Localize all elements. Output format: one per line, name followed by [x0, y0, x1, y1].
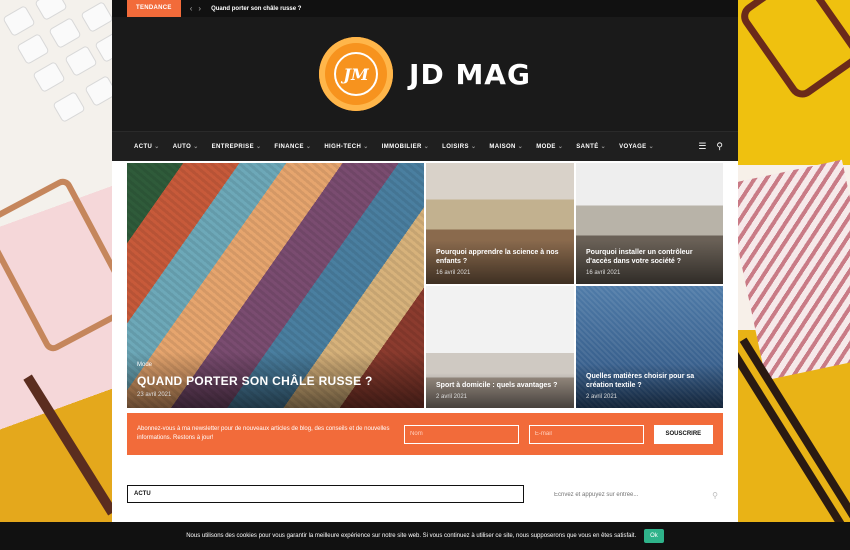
keyboard-key: [16, 32, 50, 66]
nav-item-maison[interactable]: MAISON ⌄: [489, 143, 523, 150]
keyboard-key: [64, 44, 98, 78]
nav-item-sante[interactable]: SANTÉ ⌄: [576, 143, 606, 150]
keyboard-key: [34, 0, 68, 22]
keyboard-key: [80, 0, 114, 34]
article-overlay: Sport à domicile : quels avantages ? 2 a…: [426, 373, 574, 408]
chevron-down-icon: ⌄: [470, 144, 477, 150]
article-overlay: Mode QUAND PORTER SON CHÂLE RUSSE ? 23 a…: [127, 352, 424, 408]
site-logo[interactable]: JM: [319, 37, 394, 111]
keyboard-key: [2, 4, 36, 38]
nav-item-actu[interactable]: ACTU ⌄: [134, 143, 160, 150]
site-container: TENDANCE ‹ › Quand porter son châle russ…: [112, 0, 738, 550]
keyboard-key: [32, 60, 66, 94]
paper-clip: [0, 175, 128, 355]
keyboard-key: [52, 90, 86, 124]
subscribe-button[interactable]: SOUSCRIRE: [653, 424, 713, 444]
search-input[interactable]: [554, 492, 694, 498]
featured-article-card[interactable]: Quelles matières choisir pour sa créatio…: [576, 286, 723, 408]
featured-article-card[interactable]: Sport à domicile : quels avantages ? 2 a…: [426, 286, 574, 408]
desk-background-right: [738, 0, 850, 550]
nav-item-high-tech[interactable]: HIGH-TECH ⌄: [324, 143, 368, 150]
main-nav: ACTU ⌄ AUTO ⌄ ENTREPRISE ⌄ FINANCE ⌄ HIGH-TE…: [112, 131, 738, 161]
featured-main-article[interactable]: Mode QUAND PORTER SON CHÂLE RUSSE ? 23 a…: [127, 163, 424, 408]
chevron-down-icon: ⌄: [423, 144, 430, 150]
trending-bar: TENDANCE ‹ › Quand porter son châle russ…: [112, 0, 738, 17]
site-header: JM JD MAG: [112, 17, 738, 131]
pencil: [23, 374, 117, 516]
nav-item-auto[interactable]: AUTO ⌄: [173, 143, 199, 150]
article-date: 23 avril 2021: [137, 392, 172, 398]
nav-item-entreprise[interactable]: ENTREPRISE ⌄: [212, 143, 262, 150]
menu-icon[interactable]: ☰: [698, 141, 706, 152]
newsletter-email-field[interactable]: [528, 424, 644, 444]
section-title-actu: ACTU: [127, 485, 524, 503]
nav-item-voyage[interactable]: VOYAGE ⌄: [619, 143, 654, 150]
chevron-down-icon: ⌄: [648, 144, 655, 150]
trending-headline-link[interactable]: Quand porter son châle russe ?: [211, 6, 301, 12]
newsletter-banner: Abonnez-vous à ma newsletter pour de nou…: [127, 413, 723, 455]
newsletter-name-field[interactable]: [404, 424, 519, 444]
article-title[interactable]: QUAND PORTER SON CHÂLE RUSSE ?: [137, 374, 414, 388]
cookie-banner: Nous utilisons des cookies pour vous gar…: [0, 522, 850, 550]
chevron-down-icon: ⌄: [557, 144, 564, 150]
article-title[interactable]: Sport à domicile : quels avantages ?: [436, 381, 564, 390]
chevron-down-icon: ⌄: [154, 144, 160, 150]
keyboard-key: [48, 16, 82, 50]
desk-background-left: [0, 0, 128, 550]
chevron-right-icon[interactable]: ›: [198, 4, 201, 13]
article-date: 16 avril 2021: [586, 270, 621, 276]
cookie-text: Nous utilisons des cookies pour vous gar…: [186, 533, 637, 539]
chevron-left-icon[interactable]: ‹: [190, 4, 193, 13]
article-date: 2 avril 2021: [436, 394, 468, 400]
nav-item-mode[interactable]: MODE ⌄: [536, 143, 563, 150]
chevron-down-icon: ⌄: [305, 144, 312, 150]
chevron-down-icon: ⌄: [600, 144, 607, 150]
featured-grid: Mode QUAND PORTER SON CHÂLE RUSSE ? 23 a…: [127, 163, 723, 408]
nav-item-immobilier[interactable]: IMMOBILIER ⌄: [382, 143, 429, 150]
article-title[interactable]: Pourquoi apprendre la science à nos enfa…: [436, 248, 564, 266]
chevron-down-icon: ⌄: [255, 144, 262, 150]
nav-item-finance[interactable]: FINANCE ⌄: [274, 143, 311, 150]
article-category[interactable]: Mode: [137, 362, 414, 368]
article-date: 16 avril 2021: [436, 270, 471, 276]
striped-paper: [738, 159, 850, 381]
nav-item-loisirs[interactable]: LOISIRS ⌄: [442, 143, 476, 150]
featured-article-card[interactable]: Pourquoi installer un contrôleur d'accès…: [576, 163, 723, 284]
article-overlay: Pourquoi installer un contrôleur d'accès…: [576, 240, 723, 284]
chevron-down-icon: ⌄: [193, 144, 199, 150]
trending-badge: TENDANCE: [127, 0, 181, 17]
article-overlay: Pourquoi apprendre la science à nos enfa…: [426, 240, 574, 284]
chevron-down-icon: ⌄: [363, 144, 369, 150]
search-icon[interactable]: ⚲: [716, 141, 723, 152]
article-title[interactable]: Pourquoi installer un contrôleur d'accès…: [586, 248, 713, 266]
site-name[interactable]: JD MAG: [409, 58, 531, 91]
article-title[interactable]: Quelles matières choisir pour sa créatio…: [586, 372, 713, 390]
search-icon[interactable]: ⚲: [712, 491, 718, 500]
nav-tools: ☰ ⚲: [698, 141, 723, 152]
cookie-ok-button[interactable]: Ok: [644, 529, 664, 543]
article-date: 2 avril 2021: [586, 394, 618, 400]
newsletter-text: Abonnez-vous à ma newsletter pour de nou…: [137, 426, 390, 441]
article-overlay: Quelles matières choisir pour sa créatio…: [576, 364, 723, 408]
logo-initials: JM: [334, 52, 379, 96]
sidebar-search: ⚲: [554, 487, 718, 503]
paper-clip: [738, 0, 850, 103]
featured-article-card[interactable]: Pourquoi apprendre la science à nos enfa…: [426, 163, 574, 284]
chevron-down-icon: ⌄: [517, 144, 524, 150]
